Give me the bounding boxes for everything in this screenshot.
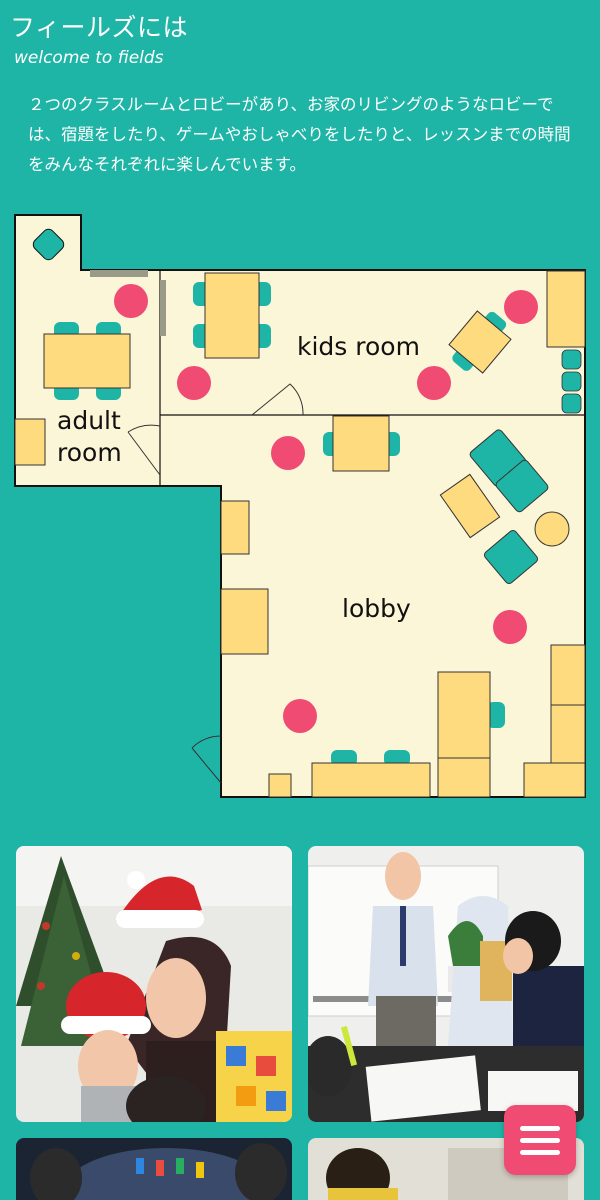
hamburger-icon [520,1126,560,1131]
adult-room-label-line2: room [57,438,122,467]
christmas-lesson-photo [16,846,292,1122]
hamburger-icon-bar [520,1150,560,1155]
page-title: フィールズには [10,13,189,42]
kids-room-label: kids room [297,332,420,361]
hamburger-icon-bar [520,1138,560,1143]
classroom-teacher-photo [308,846,584,1122]
intro-paragraph: ２つのクラスルームとロビーがあり、お家のリビングのようなロビーでは、宿題をしたり… [28,95,571,174]
page-subtitle: welcome to fields [14,48,164,68]
menu-button[interactable] [504,1105,576,1175]
adult-room-label-line1: adult [57,406,121,435]
floor-plan: adult room kids room lobby [14,214,586,798]
board-game-photo [16,1138,292,1200]
lobby-label: lobby [342,594,411,623]
